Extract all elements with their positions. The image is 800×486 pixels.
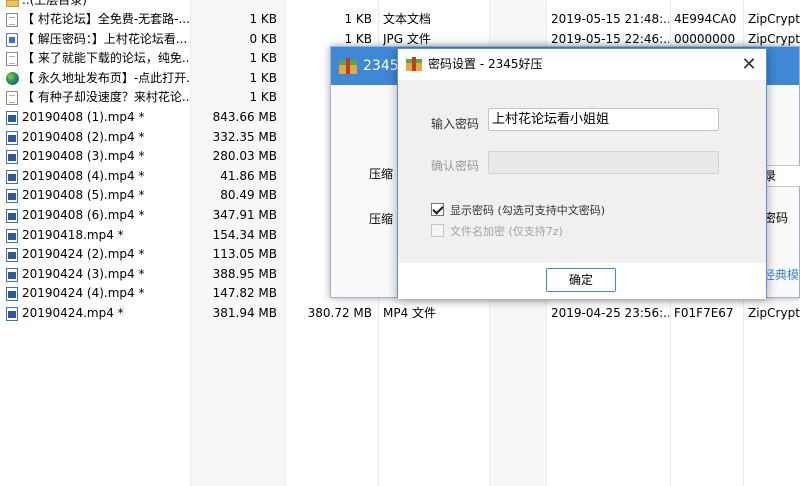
file-size: 113.05 MB [212,247,277,262]
video-file-icon [6,267,18,282]
confirm-password-input[interactable] [488,151,719,174]
file-name: 20190408 (5).mp4 * [22,188,145,203]
folder-icon [6,0,19,7]
file-name: 【 永久地址发布页】-点此打开... [22,70,190,85]
web-shortcut-icon [6,71,19,85]
dialog-content: 输入密码 上村花论坛看小姐姐 确认密码 显示密码 (勾选可支持中文密码) 文件名… [398,80,766,263]
file-size: 1 KB [249,70,277,85]
compress-label-2: 压缩 [369,212,394,226]
modified-date: 2019-04-25 23:56:... [551,306,669,320]
enter-password-label: 输入密码 [431,117,480,131]
document-icon [6,52,18,67]
crc-value: 4E994CA0 [674,12,737,26]
file-size: 388.95 MB [212,266,277,281]
compress-label: 压缩 [369,167,394,181]
encrypt-filenames-checkbox[interactable] [431,224,444,237]
classic-mode-link[interactable]: 经典模 [763,266,799,283]
dialog-footer: 确定 [398,263,766,299]
file-type: 文本文档 [383,12,432,26]
file-size: 1 KB [249,12,277,26]
dialog-title: 密码设置 - 2345好压 [428,57,543,71]
show-password-checkbox[interactable] [431,203,444,216]
document-icon [6,13,18,27]
crc-value: F01F7E67 [674,306,734,320]
image-icon [6,32,18,47]
show-password-label: 显示密码 (勾选可支持中文密码) [450,204,606,217]
packed-size: 1 KB [344,12,372,26]
file-name: 20190408 (1).mp4 * [22,110,145,124]
video-file-icon [6,169,18,184]
video-file-icon [6,111,18,125]
document-icon [6,91,18,106]
file-name: 20190424 (3).mp4 * [22,266,145,281]
encryption-method: ZipCrypto [748,306,800,320]
file-size: 381.94 MB [212,306,277,320]
parent-directory-row[interactable]: ..(上层目录) [0,0,800,11]
file-size: 347.91 MB [212,208,277,222]
modified-date: 2019-05-15 21:48:... [551,12,669,26]
confirm-password-label: 确认密码 [431,159,480,173]
video-file-icon [6,150,18,165]
file-size: 80.49 MB [220,188,277,203]
file-size: 332.35 MB [212,129,277,144]
file-row[interactable]: 【 村花论坛】全免费-无套路-... 1 KB 1 KB 文本文档 2019-05-15… [0,10,800,30]
file-size: 843.66 MB [212,110,277,124]
file-name: 20190418.mp4 * [22,227,124,242]
ok-button[interactable]: 确定 [546,268,616,292]
video-file-icon [6,248,18,263]
password-button-label[interactable]: 密码 [764,209,788,226]
file-name: 20190424 (2).mp4 * [22,247,145,262]
haozip-logo-icon [339,58,357,74]
video-file-icon [6,130,18,145]
file-size: 280.03 MB [212,149,277,164]
video-file-icon [6,287,18,302]
file-name: 20190424.mp4 * [22,306,124,320]
file-size: 1 KB [249,51,277,66]
video-file-icon [6,307,18,321]
haozip-logo-icon [406,57,422,71]
video-file-icon [6,209,18,223]
file-name: 20190408 (4).mp4 * [22,168,145,183]
video-file-icon [6,189,18,204]
file-size: 0 KB [249,31,277,46]
file-name: 20190424 (4).mp4 * [22,286,145,301]
file-name: 20190408 (6).mp4 * [22,208,145,222]
file-name: 【 解压密码：】上村花论坛看... [22,31,188,46]
file-size: 154.34 MB [212,227,277,242]
enter-password-input[interactable]: 上村花论坛看小姐姐 [488,108,719,131]
password-settings-dialog: 密码设置 - 2345好压 ✕ 输入密码 上村花论坛看小姐姐 确认密码 显示密码… [397,48,767,299]
file-name: 20190408 (2).mp4 * [22,129,145,144]
file-name: 【 来了就能下载的论坛，纯免... [22,51,190,66]
file-size: 147.82 MB [212,286,277,301]
encrypt-filenames-label: 文件名加密 (仅支持7z) [450,225,563,238]
file-size: 41.86 MB [220,168,277,183]
file-size: 1 KB [249,90,277,105]
dialog-titlebar: 密码设置 - 2345好压 ✕ [398,49,766,80]
close-icon[interactable]: ✕ [732,49,766,80]
packed-size: 380.72 MB [307,306,372,320]
video-file-icon [6,228,18,243]
file-name: 【 村花论坛】全免费-无套路-... [22,12,190,26]
file-name: 【 有种子却没速度？来村花论... [22,90,190,105]
encryption-method: ZipCrypto [748,12,800,26]
parent-directory-label: ..(上层目录) [22,0,87,7]
file-type: MP4 文件 [383,306,437,320]
file-row[interactable]: 20190424.mp4 * 381.94 MB 380.72 MB MP4 文件 20… [0,304,800,324]
file-name: 20190408 (3).mp4 * [22,149,145,164]
